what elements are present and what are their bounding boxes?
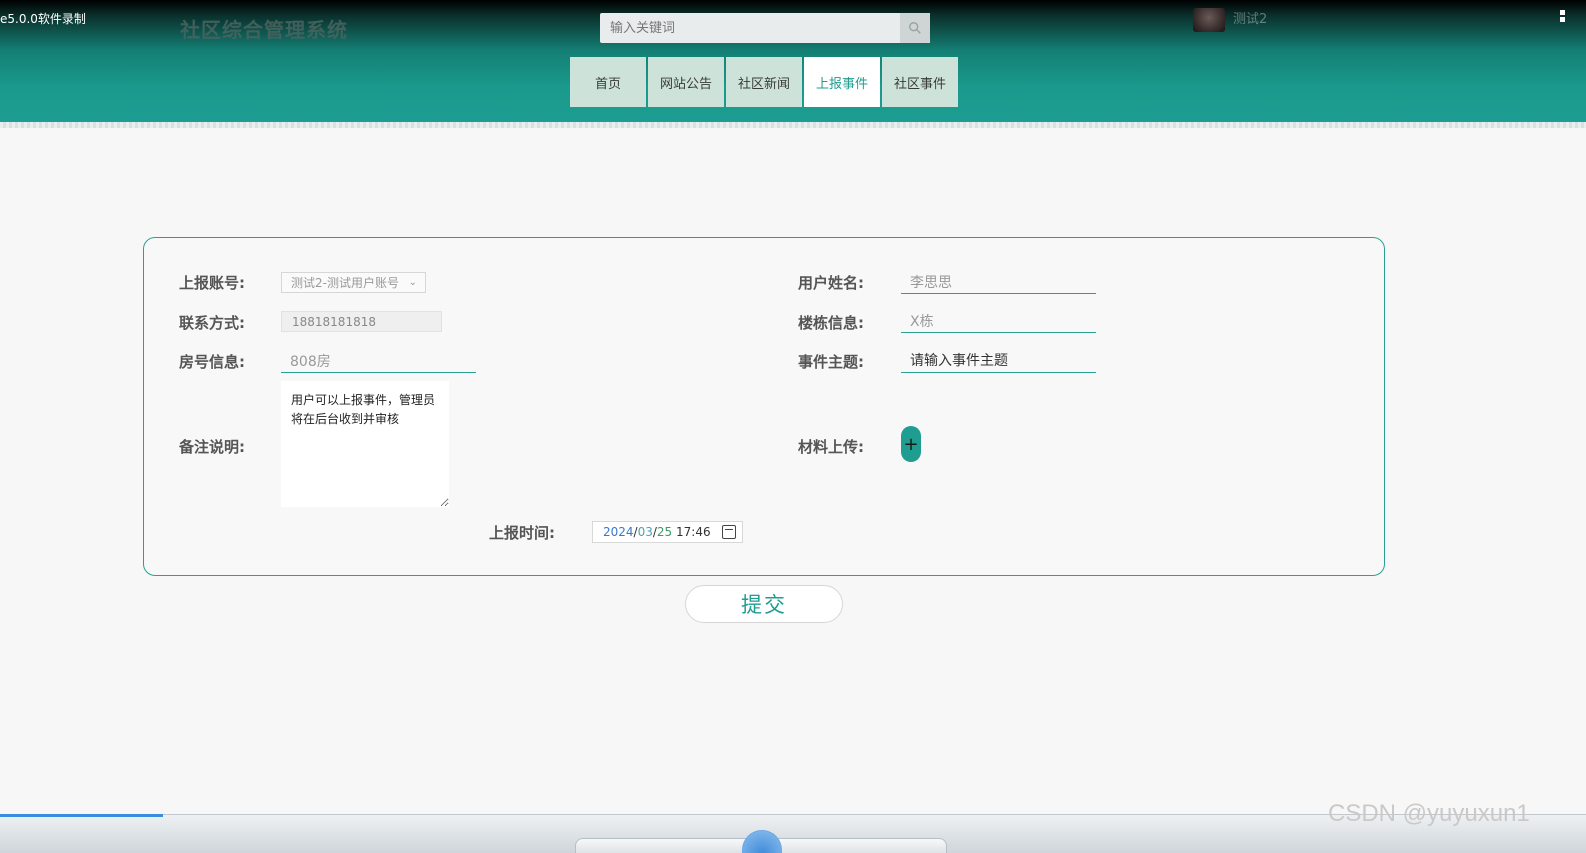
remarks-textarea[interactable]: 用户可以上报事件，管理员将在后台收到并审核	[281, 381, 449, 507]
nav-community-events[interactable]: 社区事件	[882, 57, 958, 107]
search-box	[600, 13, 930, 43]
main-nav: 首页 网站公告 社区新闻 上报事件 社区事件	[570, 57, 958, 107]
header-divider	[0, 122, 1586, 128]
nav-community-news[interactable]: 社区新闻	[726, 57, 802, 107]
watermark: CSDN @yuyuxun1	[1328, 800, 1530, 827]
playback-progress[interactable]	[0, 814, 163, 817]
avatar[interactable]	[1193, 8, 1225, 32]
account-select-value: 测试2-测试用户账号	[291, 276, 399, 290]
year-segment[interactable]: 2024	[603, 525, 634, 539]
room-field[interactable]	[281, 349, 476, 373]
building-label: 楼栋信息:	[798, 314, 864, 332]
remarks-label: 备注说明:	[179, 438, 245, 456]
username-label: 用户姓名:	[798, 274, 864, 292]
nav-announcements[interactable]: 网站公告	[648, 57, 724, 107]
search-input[interactable]	[600, 13, 900, 43]
chevron-down-icon: ⌄	[408, 277, 417, 288]
calendar-icon[interactable]	[722, 525, 736, 539]
month-segment[interactable]: 03	[638, 525, 653, 539]
day-segment[interactable]: 25	[657, 525, 672, 539]
building-field[interactable]	[901, 309, 1096, 333]
nav-home[interactable]: 首页	[570, 57, 646, 107]
recorder-label: e5.0.0软件录制	[0, 12, 86, 26]
submit-button[interactable]: 提交	[685, 585, 843, 623]
search-button[interactable]	[900, 13, 930, 43]
username-field[interactable]	[901, 270, 1096, 294]
time-segment[interactable]: 17:46	[676, 525, 711, 539]
subject-field[interactable]	[901, 349, 1096, 373]
upload-plus-button[interactable]: +	[901, 426, 921, 462]
nav-report-event[interactable]: 上报事件	[804, 57, 880, 107]
site-title: 社区综合管理系统	[180, 18, 348, 42]
upload-label: 材料上传:	[798, 438, 864, 456]
account-select[interactable]: 测试2-测试用户账号 ⌄	[281, 272, 426, 293]
report-time-input[interactable]: 2024/03/25 17:46	[592, 521, 743, 543]
menu-dots-icon[interactable]	[1560, 10, 1566, 24]
search-icon	[909, 22, 921, 34]
contact-field[interactable]: 18818181818	[281, 311, 442, 332]
account-label: 上报账号:	[179, 274, 245, 292]
username[interactable]: 测试2	[1233, 8, 1267, 27]
contact-label: 联系方式:	[179, 314, 245, 332]
room-label: 房号信息:	[179, 353, 245, 371]
subject-label: 事件主题:	[798, 353, 864, 371]
report-time-label: 上报时间:	[489, 524, 555, 542]
